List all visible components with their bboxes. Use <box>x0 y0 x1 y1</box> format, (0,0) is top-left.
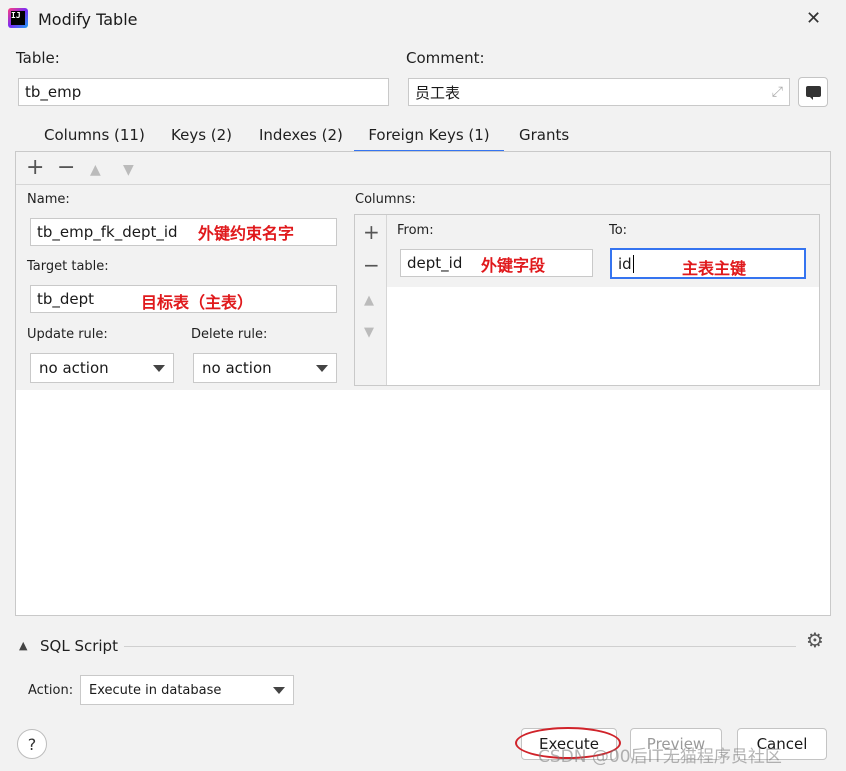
delete-rule-value: no action <box>202 359 272 377</box>
table-label: Table: <box>16 49 60 67</box>
delete-rule-label: Delete rule: <box>191 327 268 342</box>
tab-grants[interactable]: Grants <box>519 124 569 150</box>
help-button[interactable]: ? <box>17 729 47 759</box>
table-name-input[interactable]: tb_emp <box>18 78 389 106</box>
from-label: From: <box>397 223 434 238</box>
sql-script-title[interactable]: SQL Script <box>40 637 118 655</box>
action-value: Execute in database <box>89 682 222 698</box>
chevron-down-icon <box>273 686 285 694</box>
action-select[interactable]: Execute in database <box>80 675 294 705</box>
move-down-icon[interactable]: ▼ <box>123 160 134 180</box>
sql-script-toggle-icon[interactable]: ▲ <box>19 639 27 652</box>
help-icon: ? <box>27 734 37 754</box>
action-label: Action: <box>28 683 74 698</box>
gear-icon[interactable]: ⚙ <box>806 628 824 652</box>
tab-keys[interactable]: Keys (2) <box>171 124 232 150</box>
comment-bubble-button[interactable] <box>798 77 828 107</box>
target-table-annotation: 目标表（主表） <box>141 293 254 312</box>
app-icon: IJ <box>8 8 28 28</box>
tab-columns[interactable]: Columns (11) <box>44 124 145 150</box>
text-cursor <box>632 254 634 273</box>
tab-foreign-keys-label: Foreign Keys (1) <box>368 126 490 144</box>
expand-icon[interactable]: ⤢ <box>772 84 783 100</box>
columns-toolbar: + − ▲ ▼ <box>355 215 387 385</box>
fk-name-value: tb_emp_fk_dept_id <box>37 223 178 241</box>
fk-name-label: Name: <box>27 192 70 207</box>
window-title: Modify Table <box>38 10 138 29</box>
to-annotation: 主表主键 <box>682 259 747 278</box>
chevron-down-icon <box>316 364 328 372</box>
move-up-icon[interactable]: ▲ <box>90 160 101 180</box>
target-table-value: tb_dept <box>37 290 95 308</box>
move-column-down-icon[interactable]: ▼ <box>364 323 374 343</box>
close-icon[interactable]: ✕ <box>806 8 821 29</box>
move-column-up-icon[interactable]: ▲ <box>364 291 374 311</box>
comment-input[interactable]: 员工表 ⤢ <box>408 78 790 106</box>
chevron-down-icon <box>153 364 165 372</box>
columns-label: Columns: <box>355 192 416 207</box>
tab-indexes[interactable]: Indexes (2) <box>259 124 343 150</box>
delete-rule-select[interactable]: no action <box>193 353 337 383</box>
remove-icon[interactable]: − <box>57 157 75 179</box>
from-annotation: 外键字段 <box>481 256 546 275</box>
from-column-value: dept_id <box>407 254 463 272</box>
to-label: To: <box>609 223 628 238</box>
comment-label: Comment: <box>406 49 485 67</box>
add-icon[interactable]: + <box>26 157 44 179</box>
table-name-value: tb_emp <box>25 83 82 101</box>
add-column-icon[interactable]: + <box>363 222 380 242</box>
update-rule-label: Update rule: <box>27 327 108 342</box>
update-rule-select[interactable]: no action <box>30 353 174 383</box>
to-column-value: id <box>618 254 632 273</box>
tab-foreign-keys[interactable]: Foreign Keys (1) <box>354 124 504 153</box>
columns-box: + − ▲ ▼ <box>354 214 820 386</box>
comment-value: 员工表 <box>415 83 461 102</box>
update-rule-value: no action <box>39 359 109 377</box>
watermark: CSDN @00后IT无猫程序员社区 <box>538 747 782 767</box>
panel-toolbar: + − ▲ ▼ <box>16 152 830 185</box>
target-table-label: Target table: <box>27 259 109 274</box>
fk-name-annotation: 外键约束名字 <box>198 224 295 243</box>
sql-script-divider <box>124 646 796 647</box>
remove-column-icon[interactable]: − <box>363 255 380 275</box>
